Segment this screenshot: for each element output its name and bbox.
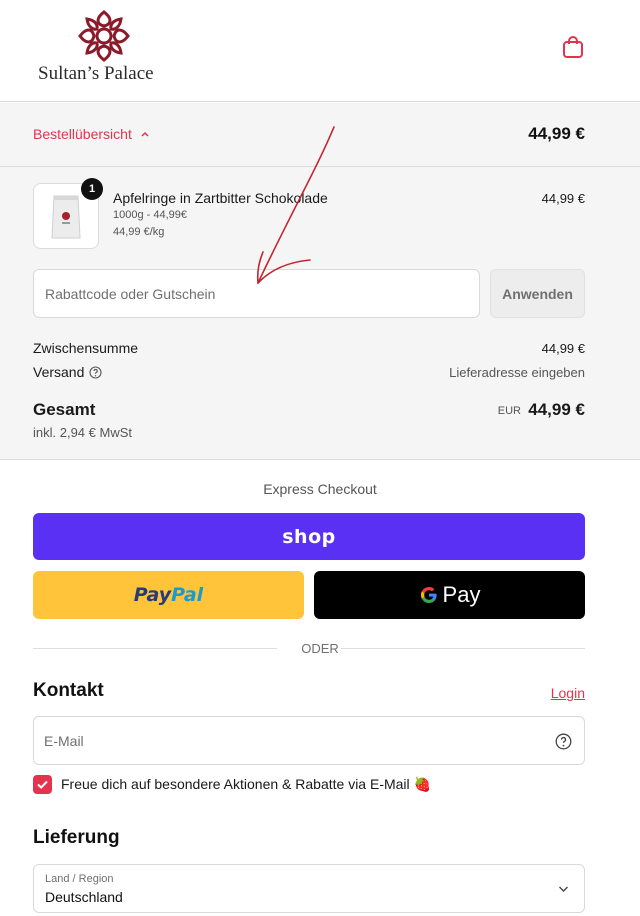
contact-title: Kontakt	[33, 680, 104, 701]
paypal-logo-pay: Pay	[133, 584, 172, 606]
currency-code: EUR	[497, 405, 521, 417]
chevron-down-icon	[559, 886, 568, 892]
shopping-bag-icon[interactable]	[562, 35, 584, 59]
email-field[interactable]	[33, 716, 585, 765]
total-label: Gesamt	[33, 400, 96, 419]
country-caption: Land / Region	[45, 873, 114, 885]
ornament-logo-icon[interactable]	[76, 8, 132, 64]
google-pay-button[interactable]: Pay	[314, 571, 585, 619]
paypal-logo-pal: Pal	[171, 584, 204, 606]
country-value: Deutschland	[45, 889, 123, 905]
product-unit-price: 44,99 €/kg	[113, 226, 165, 238]
chevron-up-icon[interactable]	[140, 129, 150, 139]
subtotal-value: 44,99 €	[541, 341, 585, 356]
paypal-button[interactable]: Pay Pal	[33, 571, 304, 619]
delivery-title: Lieferung	[33, 827, 120, 848]
divider-right	[341, 648, 585, 649]
email-input[interactable]	[44, 717, 544, 764]
shipping-label: Versand	[33, 364, 85, 380]
product-variant: 1000g - 44,99€	[113, 209, 188, 221]
checkmark-icon	[37, 780, 48, 789]
help-circle-icon[interactable]	[555, 733, 572, 750]
tax-label: inkl. 2,94 € MwSt	[33, 425, 132, 440]
quantity-badge: 1	[81, 178, 103, 200]
discount-code-input[interactable]	[33, 269, 480, 318]
product-name: Apfelringe in Zartbitter Schokolade	[113, 190, 328, 206]
shipping-value: Lieferadresse eingeben	[449, 365, 585, 380]
google-pay-label: Pay	[442, 582, 481, 607]
newsletter-label[interactable]: Freue dich auf besondere Aktionen & Raba…	[61, 776, 431, 793]
order-summary-label[interactable]: Bestellübersicht	[33, 126, 132, 142]
store-name[interactable]: Sultan’s Palace	[38, 63, 154, 85]
google-g-icon	[420, 587, 437, 603]
product-price: 44,99 €	[541, 191, 585, 206]
apply-discount-button[interactable]: Anwenden	[490, 269, 585, 318]
order-summary: Bestellübersicht 44,99 € 1 Apfelringe in…	[0, 103, 640, 460]
order-summary-total: 44,99 €	[528, 124, 585, 143]
order-summary-toggle[interactable]: Bestellübersicht 44,99 €	[0, 103, 640, 167]
express-checkout-title: Express Checkout	[263, 481, 377, 497]
shop-pay-button[interactable]: shop	[33, 513, 585, 560]
newsletter-checkbox[interactable]	[33, 775, 52, 794]
shop-pay-logo: shop	[282, 525, 336, 548]
login-link[interactable]: Login	[551, 685, 585, 701]
country-select[interactable]: Land / Region Deutschland	[33, 864, 585, 913]
help-circle-icon[interactable]	[89, 366, 102, 379]
subtotal-label: Zwischensumme	[33, 340, 139, 356]
site-header: Sultan’s Palace	[0, 0, 640, 102]
total-value: 44,99 €	[528, 400, 585, 419]
